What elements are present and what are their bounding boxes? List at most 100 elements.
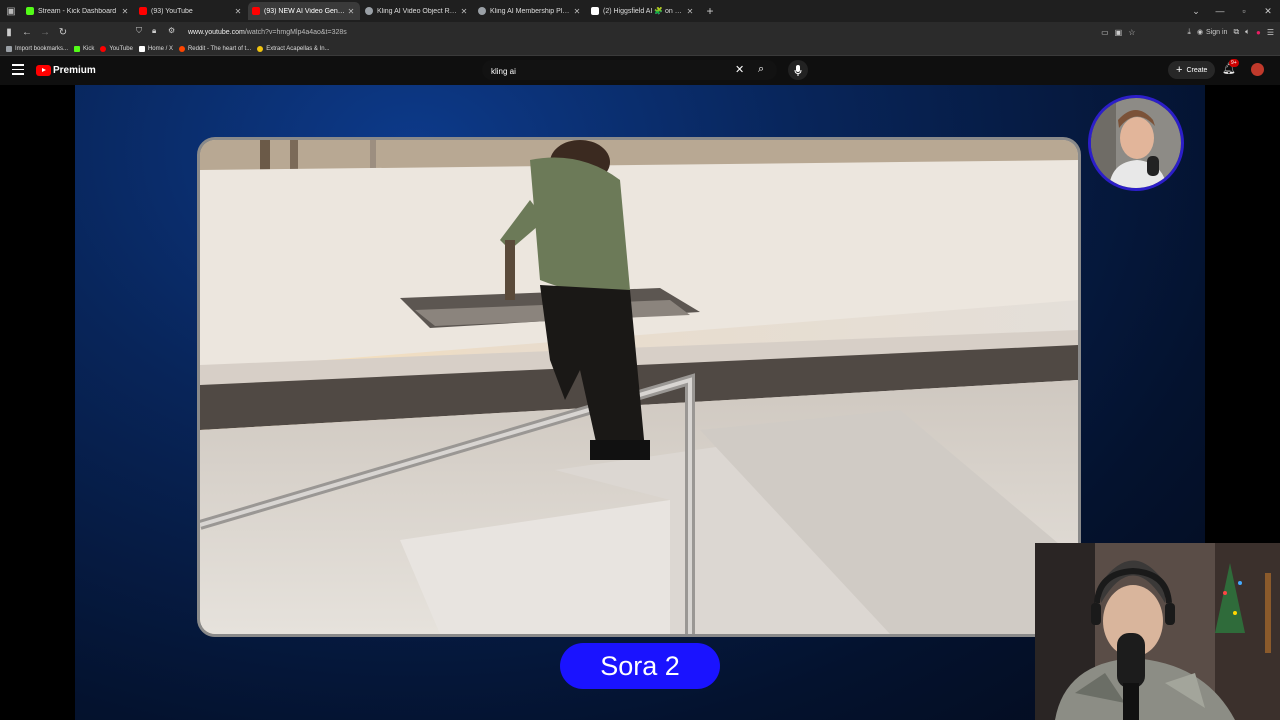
bookmark-label: Home / X [147, 45, 173, 52]
address-bar-row: ▮ ← → ↻ ⛉ 🔒︎ ⚙ www.youtube.com/watch?v=h… [0, 22, 1280, 42]
tab-title: Stream - Kick Dashboard [38, 7, 117, 15]
logo-text: Premium [53, 65, 96, 76]
kick-icon [74, 45, 81, 52]
search-box: ✕ ⌕ [482, 60, 777, 80]
forward-arrow-icon[interactable]: → [36, 27, 54, 38]
bookmark-label: Extract Acapellas & In... [266, 45, 330, 52]
youtube-header: Premium ✕ ⌕ + Create 🔔︎ 9+ [0, 56, 1280, 85]
install-app-icon[interactable]: ▭ [1101, 28, 1109, 37]
youtube-premium-logo[interactable]: Premium [36, 65, 96, 76]
shield-icon[interactable]: ⛉ [136, 26, 142, 36]
bookmark-label: Kick [83, 45, 95, 52]
lock-icon[interactable]: 🔒︎ [152, 26, 156, 36]
create-button[interactable]: + Create [1168, 61, 1216, 79]
tab-active-video[interactable]: (93) NEW AI Video Generat ✕ [248, 2, 360, 20]
plus-icon: + [1176, 64, 1183, 76]
microphone-icon [794, 64, 802, 76]
import-icon [6, 45, 12, 52]
sign-in-label: Sign in [1206, 28, 1228, 36]
back-arrow-icon[interactable]: ← [18, 27, 36, 38]
bookmark-extract-acapellas[interactable]: Extract Acapellas & In... [257, 45, 330, 52]
presenter-circle-cam [1088, 95, 1184, 191]
window-controls: ⌄ — ▫ ✕ [1184, 0, 1280, 22]
search-icon[interactable]: ⌕ [758, 63, 764, 76]
create-label: Create [1186, 66, 1208, 74]
bookmarks-bar: Import bookmarks... Kick YouTube Home / … [0, 42, 1280, 56]
youtube-play-icon [36, 65, 51, 76]
tab-higgsfield-x[interactable]: (2) Higgsfield AI 🧩 on X: "Nan ✕ [587, 2, 699, 20]
extension-badge-icon[interactable]: ● [1256, 28, 1261, 37]
notification-badge: 9+ [1229, 59, 1239, 67]
tab-close-icon[interactable]: ✕ [685, 7, 695, 16]
notifications-button[interactable]: 🔔︎ 9+ [1222, 59, 1239, 75]
youtube-favicon-icon [252, 7, 260, 15]
youtube-favicon-icon [139, 7, 147, 15]
tab-close-icon[interactable]: ✕ [120, 7, 130, 16]
streamer-webcam-image [1035, 543, 1280, 720]
skateboard-scene-image [200, 140, 1078, 634]
tab-title: Kling AI Membership Plans | AI [490, 7, 572, 15]
toolbar-actions: ▭ ▣ ☆ ⤓ ◉ Sign in ⧉ 🔈︎ ● ☰ [1101, 22, 1274, 42]
bookmark-import[interactable]: Import bookmarks... [6, 45, 69, 52]
globe-icon [478, 7, 486, 15]
site-settings-icon[interactable]: ⚙ [168, 26, 175, 35]
player-side-left [0, 85, 75, 720]
picture-in-picture-icon[interactable]: ▣ [1115, 28, 1123, 37]
tab-search-icon[interactable]: ⌄ [1184, 6, 1208, 17]
account-icon: ◉ [1196, 29, 1204, 36]
reload-icon[interactable]: ↻ [54, 27, 72, 38]
bookmark-label: Reddit - The heart of t... [187, 45, 252, 52]
caption-text: Sora 2 [600, 650, 680, 681]
tab-kick-dashboard[interactable]: Stream - Kick Dashboard ✕ [22, 2, 134, 20]
tab-close-icon[interactable]: ✕ [572, 7, 582, 16]
bookmark-kick[interactable]: Kick [74, 45, 95, 52]
video-caption-badge: Sora 2 [560, 643, 720, 689]
tab-kling-object-replacement[interactable]: Kling AI Video Object Replacem ✕ [361, 2, 473, 20]
tab-close-icon[interactable]: ✕ [459, 7, 469, 16]
bookmark-youtube[interactable]: YouTube [100, 45, 133, 52]
acapella-icon [257, 45, 264, 52]
url-field[interactable]: ⛉ 🔒︎ ⚙ www.youtube.com/watch?v=hmgMlp4a4… [132, 24, 1087, 40]
bookmark-label: Import bookmarks... [15, 45, 69, 52]
tab-kling-membership[interactable]: Kling AI Membership Plans | AI ✕ [474, 2, 586, 20]
menu-dots-icon[interactable]: ☰ [1267, 28, 1274, 37]
reddit-icon [178, 45, 185, 52]
search-input[interactable] [489, 63, 733, 79]
new-tab-icon[interactable]: + [700, 4, 720, 18]
download-icon[interactable]: ⤓ [1187, 27, 1191, 37]
tab-title: Kling AI Video Object Replacem [377, 7, 459, 15]
tab-close-icon[interactable]: ✕ [233, 7, 243, 16]
avatar[interactable] [1251, 63, 1264, 76]
tab-title: (93) NEW AI Video Generat [264, 7, 346, 15]
tab-youtube[interactable]: (93) YouTube ✕ [135, 2, 247, 20]
bookmark-x[interactable]: Home / X [138, 45, 173, 52]
browser-tab-bar: ▣ Stream - Kick Dashboard ✕ (93) YouTube… [0, 0, 1280, 22]
tab-actions-icon[interactable]: ▣ [0, 0, 22, 22]
bookmark-label: YouTube [109, 45, 133, 52]
close-window-icon[interactable]: ✕ [1256, 6, 1280, 17]
voice-search-button[interactable] [788, 60, 808, 80]
clear-search-icon[interactable]: ✕ [735, 63, 744, 76]
tab-title: (93) YouTube [151, 7, 193, 15]
x-logo-icon [591, 7, 599, 15]
volume-icon[interactable]: 🔈︎ [1245, 27, 1250, 37]
video-clip-frame [197, 137, 1081, 637]
tab-title: (2) Higgsfield AI 🧩 on X: "Nan [603, 8, 685, 15]
sidebar-toggle-icon[interactable]: ▮ [0, 27, 18, 38]
globe-icon [365, 7, 373, 15]
streamer-webcam [1035, 543, 1280, 720]
url-text: www.youtube.com/watch?v=hmgMlp4a4ao&t=32… [188, 29, 347, 36]
tab-close-icon[interactable]: ✕ [346, 7, 356, 16]
sign-in-button[interactable]: ◉ Sign in [1196, 28, 1228, 37]
x-logo-icon [138, 45, 145, 52]
extensions-icon[interactable]: ⧉ [1233, 27, 1239, 37]
bookmark-star-icon[interactable]: ☆ [1128, 28, 1135, 37]
hamburger-menu-icon[interactable] [12, 64, 24, 78]
maximize-icon[interactable]: ▫ [1232, 6, 1256, 16]
url-host: www.youtube.com [188, 28, 245, 36]
presenter-face-image [1091, 98, 1181, 188]
url-path: /watch?v=hmgMlp4a4ao&t=328s [244, 28, 347, 36]
minimize-icon[interactable]: — [1208, 6, 1232, 16]
bookmark-reddit[interactable]: Reddit - The heart of t... [178, 45, 252, 52]
youtube-icon [100, 45, 107, 52]
